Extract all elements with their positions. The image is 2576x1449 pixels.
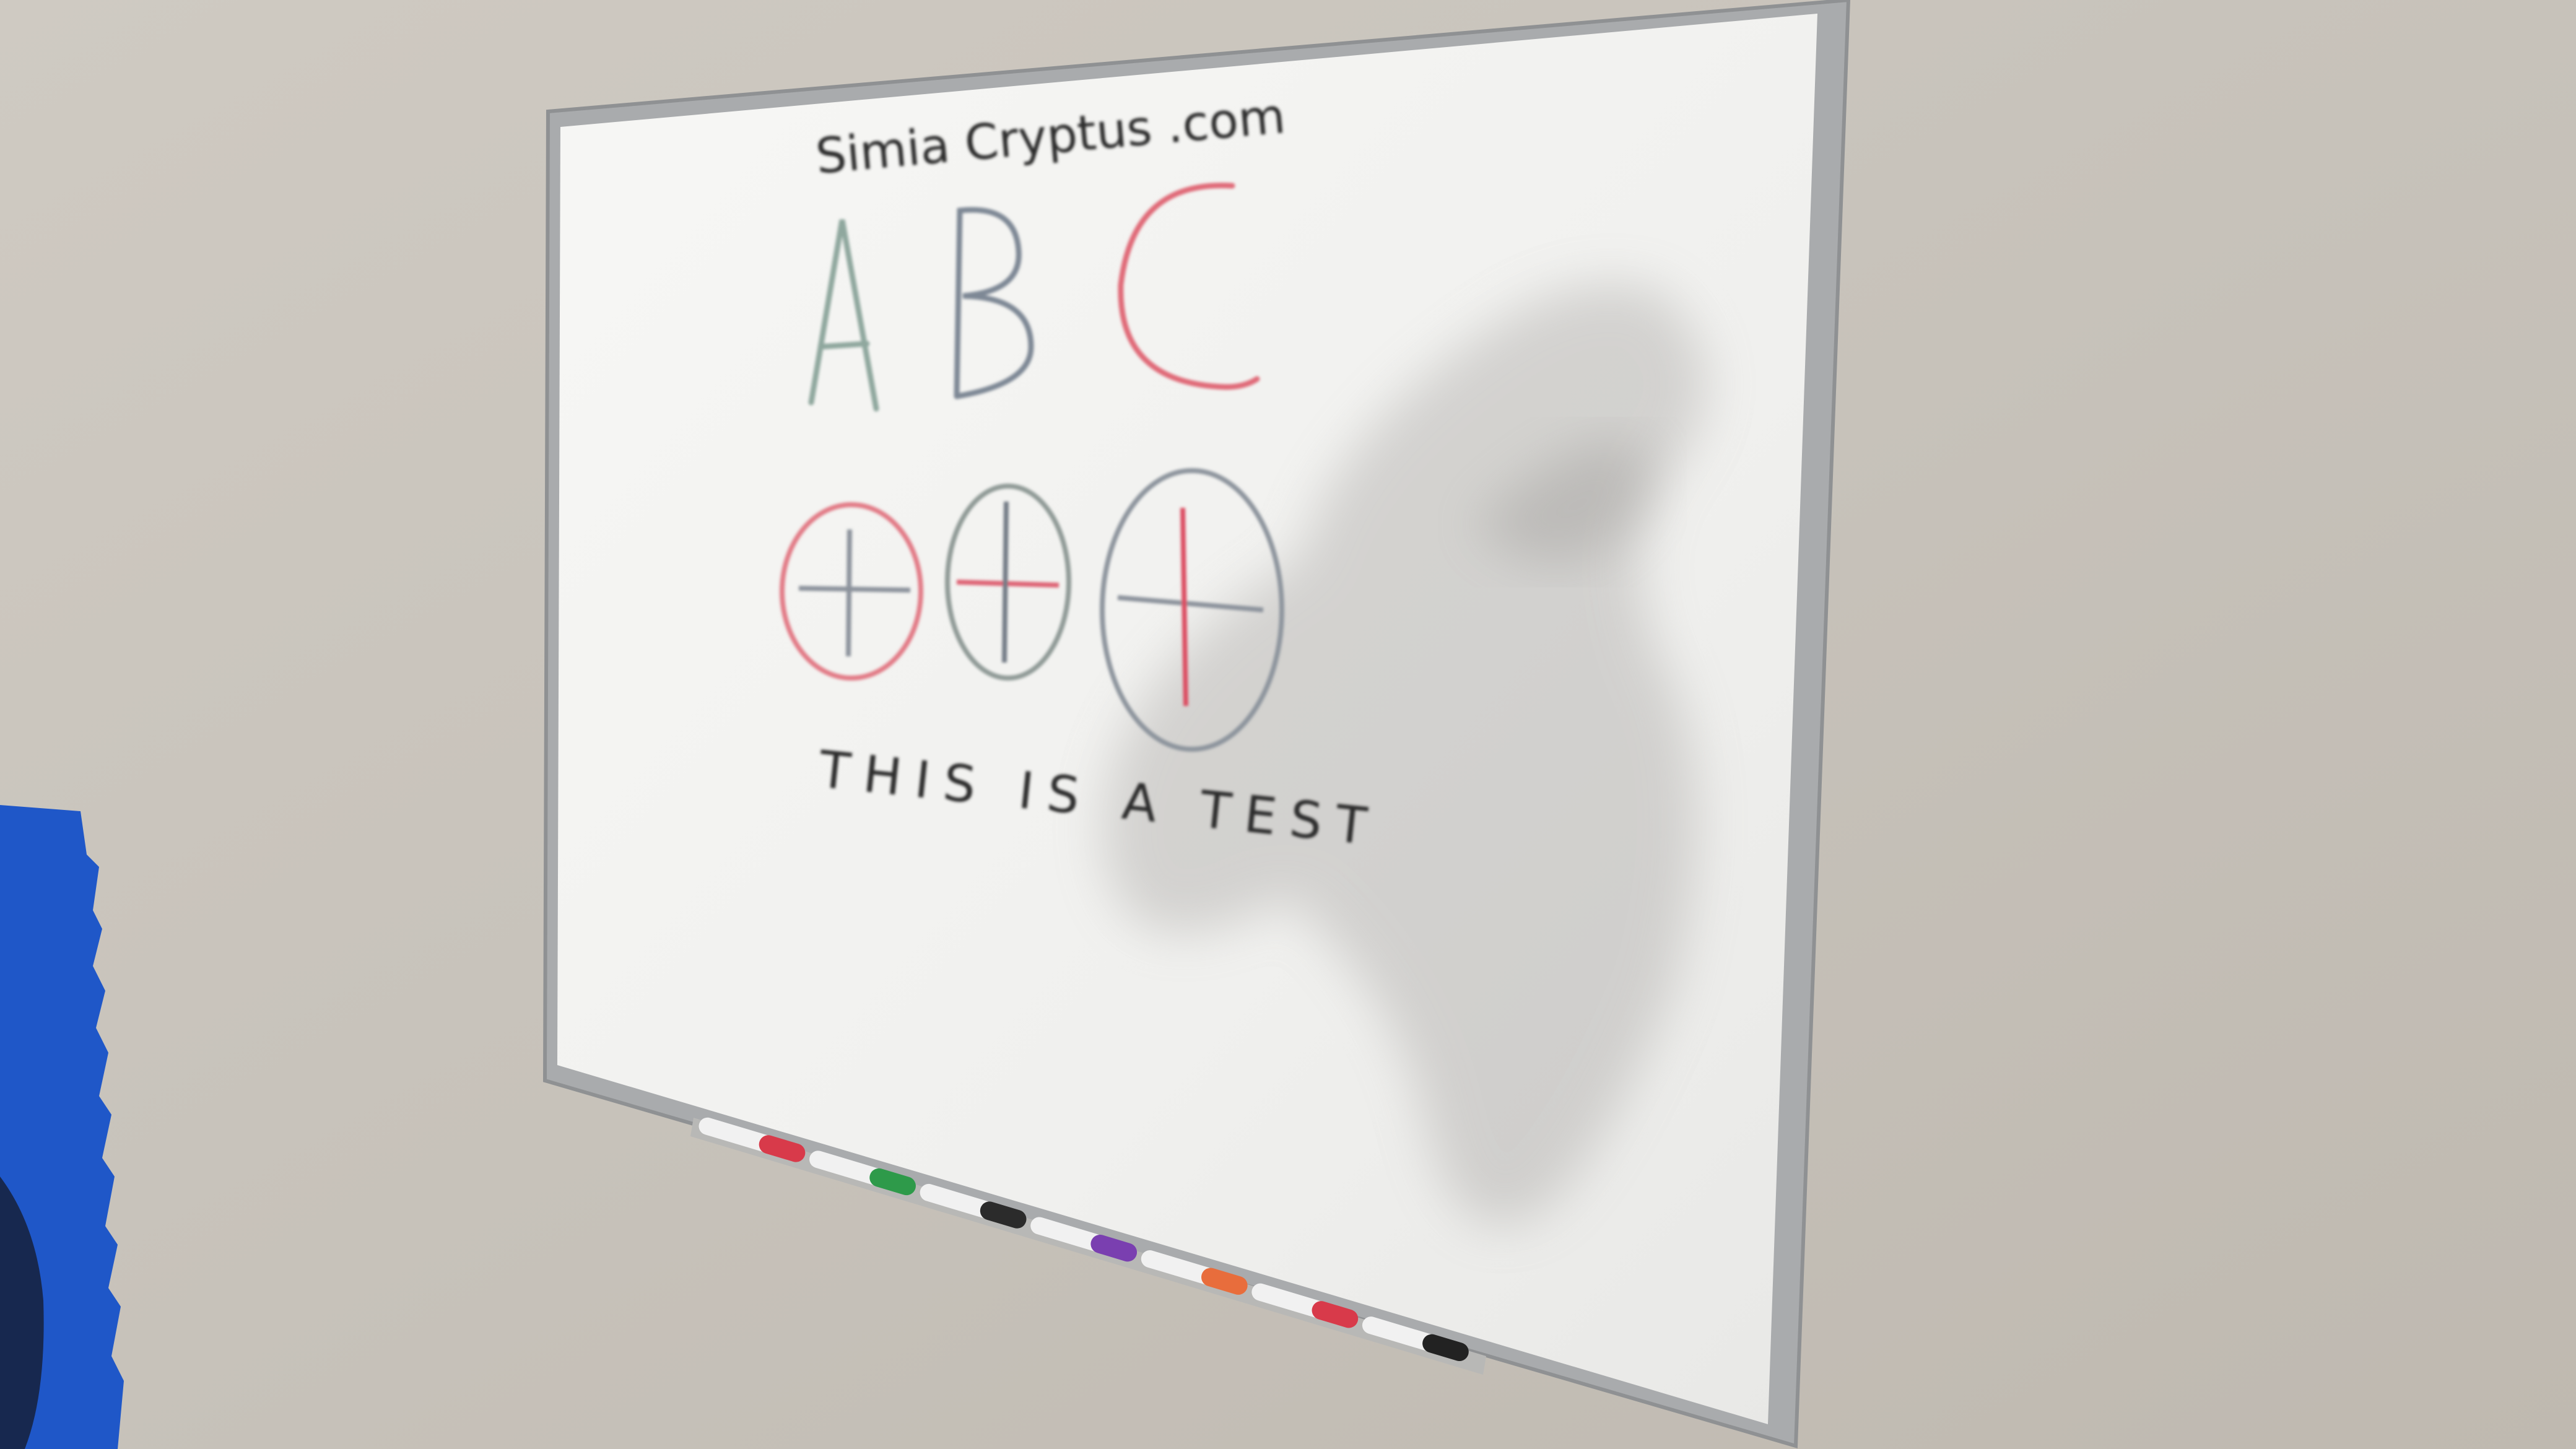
whiteboard-photo: Simia Cryptus .com THIS IS A TEST xyxy=(0,0,2576,1449)
marker-cap xyxy=(759,1135,806,1162)
marker-cap xyxy=(980,1201,1027,1229)
marker-cap xyxy=(869,1168,916,1196)
marker-cap xyxy=(1422,1334,1469,1362)
marker-cap xyxy=(1090,1234,1138,1262)
marker-cap xyxy=(1201,1268,1248,1295)
marker-cap xyxy=(1312,1301,1359,1328)
